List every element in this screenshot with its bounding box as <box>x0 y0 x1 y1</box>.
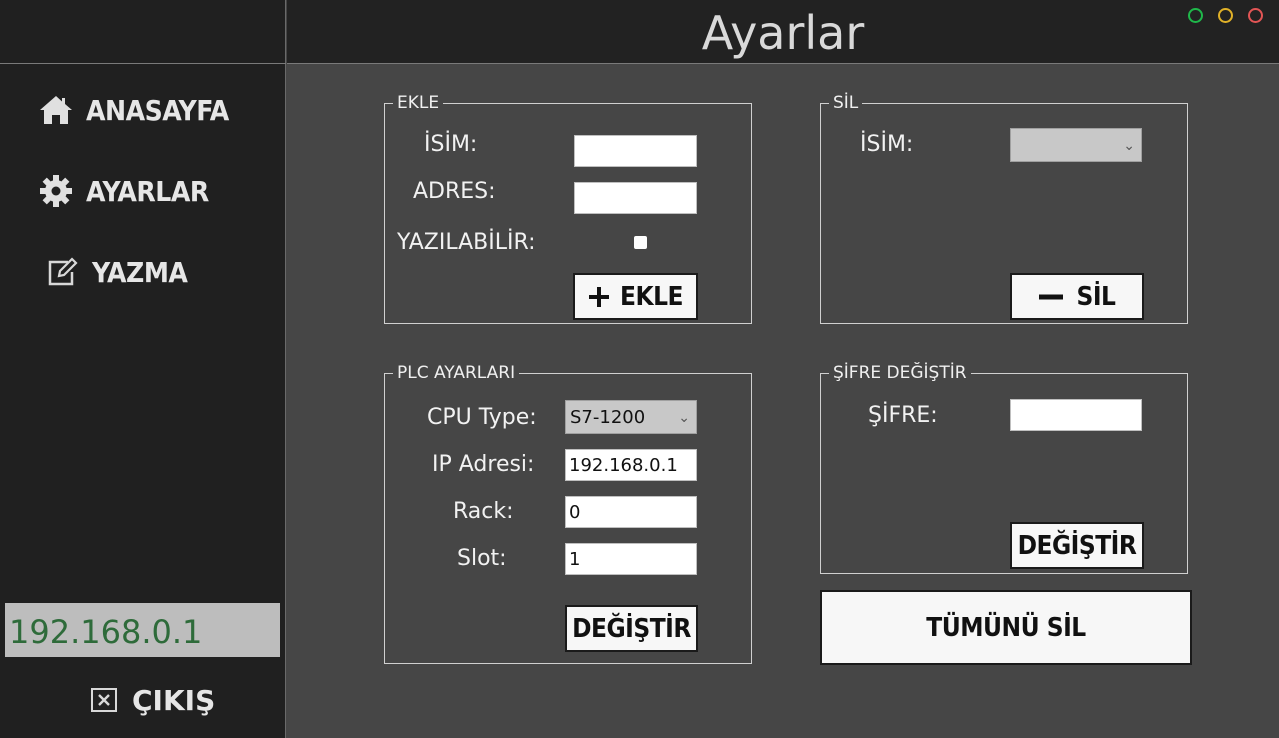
minimize-button[interactable] <box>1218 8 1233 23</box>
delete-all-label: TÜMÜNÜ SİL <box>926 612 1086 643</box>
plc-group-title: PLC AYARLARI <box>393 364 520 382</box>
delete-button-label: SİL <box>1076 281 1116 312</box>
edit-icon <box>42 252 82 292</box>
connection-ip-display: 192.168.0.1 <box>5 603 280 657</box>
ekle-address-label: ADRES: <box>413 179 496 204</box>
sidebar-item-label: AYARLAR <box>86 174 209 208</box>
cpu-type-value: S7-1200 <box>570 407 646 428</box>
delete-all-button[interactable]: TÜMÜNÜ SİL <box>820 590 1192 665</box>
window-green-button[interactable] <box>1188 8 1203 23</box>
sil-name-select[interactable]: ⌄ <box>1010 128 1142 162</box>
exit-button[interactable]: ÇIKIŞ <box>90 678 215 722</box>
delete-button[interactable]: SİL <box>1010 273 1144 320</box>
password-change-label: DEĞİŞTİR <box>1017 530 1137 561</box>
exit-label: ÇIKIŞ <box>132 683 216 717</box>
password-input[interactable] <box>1010 399 1142 431</box>
password-group-title: ŞİFRE DEĞİŞTİR <box>829 364 971 382</box>
slot-input[interactable]: 1 <box>565 543 697 575</box>
ip-address-label: IP Adresi: <box>432 452 535 477</box>
chevron-down-icon: ⌄ <box>678 410 690 426</box>
ekle-address-input[interactable] <box>574 182 697 214</box>
sidebar-item-label: YAZMA <box>92 255 188 289</box>
ekle-group-title: EKLE <box>393 94 444 112</box>
password-change-button[interactable]: DEĞİŞTİR <box>1010 522 1144 569</box>
sidebar-item-anasayfa[interactable]: ANASAYFA <box>36 88 276 132</box>
ekle-name-input[interactable] <box>574 135 697 167</box>
home-icon <box>36 90 76 130</box>
close-icon <box>90 687 118 713</box>
ip-address-input[interactable]: 192.168.0.1 <box>565 449 697 481</box>
ekle-name-label: İSİM: <box>424 132 478 157</box>
sidebar-item-yazma[interactable]: YAZMA <box>42 250 282 294</box>
add-button-label: EKLE <box>620 281 684 312</box>
writable-checkbox[interactable] <box>634 236 647 249</box>
ekle-writable-label: YAZILABİLİR: <box>397 230 536 255</box>
add-button[interactable]: EKLE <box>573 273 698 320</box>
close-window-button[interactable] <box>1248 8 1263 23</box>
slot-label: Slot: <box>457 546 507 571</box>
gear-icon <box>36 171 76 211</box>
password-label: ŞİFRE: <box>868 403 938 428</box>
plc-change-button[interactable]: DEĞİŞTİR <box>565 605 698 652</box>
rack-input[interactable]: 0 <box>565 496 697 528</box>
sil-group-title: SİL <box>829 94 863 112</box>
rack-label: Rack: <box>453 499 514 524</box>
cpu-type-select[interactable]: S7-1200 ⌄ <box>565 400 697 434</box>
minus-icon <box>1038 293 1063 301</box>
logo-area <box>0 0 286 64</box>
plus-icon <box>588 286 610 308</box>
sidebar-item-label: ANASAYFA <box>86 93 229 127</box>
chevron-down-icon: ⌄ <box>1123 138 1135 154</box>
cpu-type-label: CPU Type: <box>427 405 537 430</box>
plc-change-label: DEĞİŞTİR <box>572 613 691 644</box>
sil-name-label: İSİM: <box>860 132 914 157</box>
sidebar-item-ayarlar[interactable]: AYARLAR <box>36 169 276 213</box>
page-title: Ayarlar <box>701 6 865 60</box>
